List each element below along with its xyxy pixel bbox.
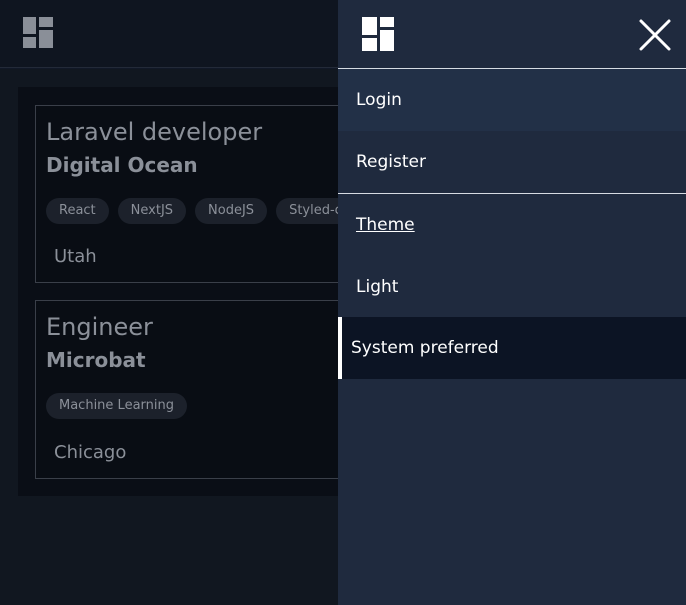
job-tag[interactable]: Machine Learning bbox=[46, 393, 187, 419]
nav-drawer: Login Register Theme Light System prefer… bbox=[338, 0, 686, 605]
menu-item-label: System preferred bbox=[351, 338, 499, 358]
menu-item-label: Theme bbox=[356, 215, 415, 235]
job-card[interactable]: Laravel developer Digital Ocean React Nex… bbox=[35, 105, 355, 283]
job-tag[interactable]: NextJS bbox=[117, 198, 187, 224]
job-card[interactable]: Engineer Microbat Machine Learning Chica… bbox=[35, 300, 355, 479]
job-title: Laravel developer bbox=[46, 118, 263, 146]
job-tag[interactable]: NodeJS bbox=[195, 198, 268, 224]
menu-item-system-preferred[interactable]: System preferred bbox=[338, 317, 686, 379]
job-company: Digital Ocean bbox=[46, 153, 198, 177]
job-tags: Machine Learning bbox=[46, 393, 196, 419]
job-tag[interactable]: React bbox=[46, 198, 109, 224]
job-company: Microbat bbox=[46, 348, 146, 372]
menu-item-label: Login bbox=[356, 90, 402, 110]
close-icon[interactable] bbox=[638, 18, 672, 52]
menu-item-light[interactable]: Light bbox=[338, 256, 686, 318]
job-location: Chicago bbox=[54, 442, 127, 463]
menu-item-label: Register bbox=[356, 152, 426, 172]
job-location: Utah bbox=[54, 246, 97, 267]
job-tags: React NextJS NodeJS Styled-co bbox=[46, 198, 354, 224]
drawer-header bbox=[338, 0, 686, 68]
dashboard-logo-icon[interactable] bbox=[23, 17, 53, 48]
menu-item-login[interactable]: Login bbox=[338, 69, 686, 131]
job-title: Engineer bbox=[46, 313, 153, 341]
menu-item-register[interactable]: Register bbox=[338, 131, 686, 193]
menu-item-theme[interactable]: Theme bbox=[338, 194, 686, 256]
dashboard-logo-icon[interactable] bbox=[362, 17, 394, 51]
menu-item-label: Light bbox=[356, 277, 399, 297]
